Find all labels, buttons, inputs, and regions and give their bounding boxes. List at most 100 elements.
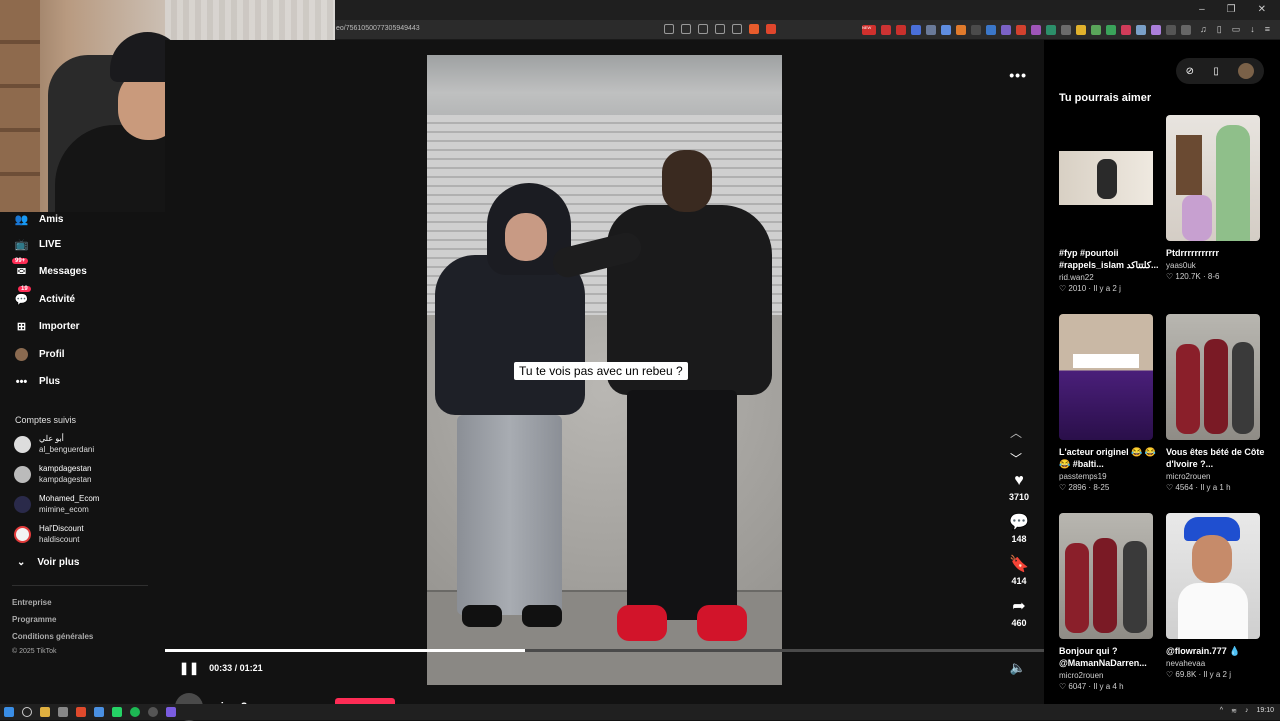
pause-icon[interactable]: ❚❚ — [179, 661, 199, 675]
sidebar-icon[interactable]: ▯ — [1217, 24, 1222, 35]
account-name: kampdagestan — [39, 464, 92, 473]
chevron-down-icon[interactable]: ﹀ — [1010, 446, 1022, 472]
sidebar-item-live[interactable]: 📺 LIVE — [14, 237, 62, 252]
taskbar-app-icon[interactable] — [58, 707, 68, 717]
phone-icon[interactable]: ▯ — [1213, 66, 1219, 77]
recommendation-card[interactable]: Bonjour qui ? @MamanNaDarren... micro2ro… — [1059, 513, 1159, 691]
bookmark-button[interactable]: 🔖 414 — [1005, 556, 1033, 586]
sidebar-item-importer[interactable]: ⊞ Importer — [14, 319, 80, 334]
extension-icon[interactable] — [1046, 25, 1056, 35]
footer-link[interactable]: Entreprise — [12, 598, 52, 607]
obs-icon[interactable] — [148, 707, 158, 717]
comment-button[interactable]: 💬 148 — [1005, 514, 1033, 544]
extension-icon[interactable] — [1061, 25, 1071, 35]
taskbar-app-icon[interactable] — [166, 707, 176, 717]
taskbar-app-icon[interactable] — [94, 707, 104, 717]
sidebar-item-amis[interactable]: 👥 Amis — [14, 212, 64, 227]
url-field[interactable]: eo/7561050077305949443 — [336, 25, 420, 32]
extension-icon[interactable] — [1136, 25, 1146, 35]
see-more-button[interactable]: ⌄ Voir plus — [17, 557, 79, 568]
media-icon[interactable]: ♫ — [1200, 24, 1207, 35]
recommendation-card[interactable]: L'acteur originel 😂 😂 😂 #balti... passte… — [1059, 314, 1159, 492]
recommendation-card[interactable]: @flowrain.777 💧 nevahevaa ♡ 69.8K · Il y… — [1166, 513, 1266, 679]
video-frame[interactable]: Tu te vois pas avec un rebeu ? — [427, 55, 782, 685]
install-icon[interactable] — [681, 24, 691, 34]
sidebar-item-activite[interactable]: 💬 19 Activité — [14, 286, 75, 307]
user-avatar[interactable] — [1238, 63, 1255, 79]
compass-icon[interactable]: ⊘ — [1186, 66, 1194, 77]
sidebar-item-plus[interactable]: ••• Plus — [14, 374, 60, 389]
extension-icon[interactable] — [1091, 25, 1101, 35]
video-thumbnail[interactable] — [1166, 115, 1260, 241]
footer-link[interactable]: Conditions générales — [12, 632, 93, 641]
clock[interactable]: 19:10 — [1256, 707, 1274, 715]
menu-icon[interactable]: ≡ — [1265, 24, 1270, 35]
sidebar-item-profil[interactable]: Profil — [14, 347, 65, 362]
extension-icon[interactable] — [956, 25, 966, 35]
sidebar-item-messages[interactable]: ✉ 99+ Messages — [12, 258, 87, 279]
extension-icon[interactable] — [911, 25, 921, 35]
volume-tray-icon[interactable]: ♪ — [1245, 707, 1249, 715]
extension-icon[interactable]: NEW — [862, 25, 876, 35]
close-window-button[interactable]: ✕ — [1258, 4, 1266, 15]
following-account[interactable]: Hal'Discount haldiscount — [14, 523, 84, 545]
chevron-up-icon[interactable]: ︿ — [1010, 420, 1022, 446]
extension-icon[interactable] — [1031, 25, 1041, 35]
extension-icon[interactable] — [1106, 25, 1116, 35]
maximize-button[interactable]: ❐ — [1227, 4, 1236, 15]
spotify-icon[interactable] — [130, 707, 140, 717]
recommendation-card[interactable]: Ptdrrrrrrrrrrr yaas0uk ♡ 120.7K · 8-6 — [1166, 115, 1266, 281]
recommendations-title: Tu pourrais aimer — [1059, 92, 1152, 104]
minimize-button[interactable]: – — [1199, 4, 1205, 15]
reader-icon[interactable] — [664, 24, 674, 34]
extension-icon[interactable] — [1076, 25, 1086, 35]
bookmark-star-icon[interactable] — [732, 24, 742, 34]
wifi-icon[interactable]: ≋ — [1231, 707, 1237, 715]
bookmark-count: 414 — [1011, 576, 1027, 586]
brave-rewards-icon[interactable] — [766, 24, 776, 34]
recommendation-card[interactable]: #fyp #pourtoii #rappels_islam كلتتاكد...… — [1059, 115, 1159, 293]
video-thumbnail[interactable] — [1166, 513, 1260, 639]
zoom-icon[interactable] — [715, 24, 725, 34]
translate-icon[interactable] — [698, 24, 708, 34]
extension-icon[interactable] — [1001, 25, 1011, 35]
explorer-icon[interactable] — [40, 707, 50, 717]
following-account[interactable]: Mohamed_Ecom mimine_ecom — [14, 493, 99, 515]
following-account[interactable]: kampdagestan kampdagestan — [14, 463, 91, 485]
download-icon[interactable]: ↓ — [1250, 24, 1255, 35]
more-options-icon[interactable]: ••• — [1009, 67, 1027, 83]
extension-icon[interactable] — [896, 25, 906, 35]
extension-icon[interactable] — [986, 25, 996, 35]
extension-icon[interactable] — [1181, 25, 1191, 35]
account-handle: al_benguerdani — [39, 445, 95, 454]
brave-icon[interactable] — [76, 707, 86, 717]
card-stats: ♡ 4564 · Il y a 1 h — [1166, 483, 1231, 492]
video-thumbnail[interactable] — [1059, 115, 1153, 241]
recommendation-card[interactable]: Vous êtes bété de Côte d'Ivoire ?... mic… — [1166, 314, 1266, 492]
extension-icon[interactable] — [941, 25, 951, 35]
wallet-icon[interactable]: ▭ — [1232, 24, 1241, 35]
extension-icon[interactable] — [881, 25, 891, 35]
progress-bar[interactable] — [165, 649, 1044, 652]
extension-icon[interactable] — [1166, 25, 1176, 35]
whatsapp-icon[interactable] — [112, 707, 122, 717]
extension-icon[interactable] — [926, 25, 936, 35]
sidebar-item-label: Plus — [39, 376, 61, 387]
following-account[interactable]: أبو علي al_benguerdani — [14, 433, 94, 455]
video-thumbnail[interactable] — [1166, 314, 1260, 440]
video-thumbnail[interactable] — [1059, 314, 1153, 440]
footer-link[interactable]: Programme — [12, 615, 56, 624]
like-button[interactable]: ♥ 3710 — [1005, 472, 1033, 502]
extension-icon[interactable] — [971, 25, 981, 35]
brave-shield-icon[interactable] — [749, 24, 759, 34]
volume-icon[interactable]: 🔈 — [1010, 660, 1026, 676]
video-thumbnail[interactable] — [1059, 513, 1153, 639]
tray-icon[interactable]: ^ — [1220, 707, 1223, 715]
extension-icon[interactable] — [1151, 25, 1161, 35]
see-more-label: Voir plus — [37, 557, 80, 568]
share-button[interactable]: ➦ 460 — [1005, 598, 1033, 628]
extension-icon[interactable] — [1016, 25, 1026, 35]
extension-icon[interactable] — [1121, 25, 1131, 35]
search-icon[interactable] — [22, 707, 32, 717]
windows-start-icon[interactable] — [4, 707, 14, 717]
